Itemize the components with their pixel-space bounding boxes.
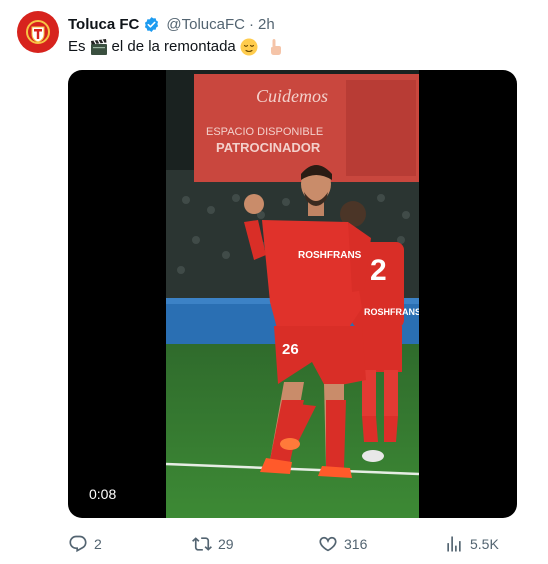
display-name[interactable]: Toluca FC: [68, 16, 139, 33]
video-frame[interactable]: Cuidemos ESPACIO DISPONIBLE PATROCINADOR…: [166, 70, 419, 518]
reply-count: 2: [94, 536, 102, 552]
front-player-number: 26: [282, 341, 299, 358]
views-chart-icon: [447, 536, 461, 552]
front-player-sponsor: ROSHFRANS: [298, 250, 362, 261]
verified-badge-icon: [145, 16, 159, 32]
tweet-text-end: el de la remontada: [111, 38, 236, 55]
tweet-header: Toluca FC @TolucaFC · 2h: [68, 14, 275, 34]
tweet-text: Es el de la remontada: [68, 37, 288, 57]
reply-button[interactable]: 2: [68, 532, 102, 556]
back-player-number: 2: [370, 254, 387, 287]
retweet-icon: [192, 537, 212, 551]
video-duration: 0:08: [89, 486, 117, 502]
clapper-board-icon: [90, 39, 107, 55]
retweet-count: 29: [218, 536, 234, 552]
heart-icon: [319, 536, 337, 552]
avatar[interactable]: [17, 11, 59, 53]
relieved-face-icon: [240, 38, 258, 56]
billboard-brand: Cuidemos: [256, 86, 328, 106]
views-button[interactable]: 5.5K: [444, 532, 499, 556]
like-button[interactable]: 316: [318, 532, 367, 556]
action-bar: 2 29 316 5.5K: [68, 532, 517, 556]
tweet-text-start: Es: [68, 38, 86, 55]
pointing-finger-icon: [270, 39, 281, 55]
video-player[interactable]: Cuidemos ESPACIO DISPONIBLE PATROCINADOR…: [68, 70, 517, 518]
billboard-line-1: ESPACIO DISPONIBLE: [206, 126, 323, 138]
back-player-sponsor: ROSHFRANS: [364, 307, 419, 317]
toluca-crest-icon: [26, 20, 50, 44]
handle[interactable]: @TolucaFC: [166, 16, 245, 33]
retweet-button[interactable]: 29: [192, 532, 234, 556]
timestamp[interactable]: 2h: [258, 16, 275, 33]
separator-dot: ·: [248, 15, 254, 33]
like-count: 316: [344, 536, 368, 552]
views-count: 5.5K: [470, 536, 499, 552]
reply-icon: [69, 535, 87, 553]
billboard-line-2: PATROCINADOR: [216, 140, 321, 155]
goal-celebration-video: Cuidemos ESPACIO DISPONIBLE PATROCINADOR…: [166, 70, 419, 518]
